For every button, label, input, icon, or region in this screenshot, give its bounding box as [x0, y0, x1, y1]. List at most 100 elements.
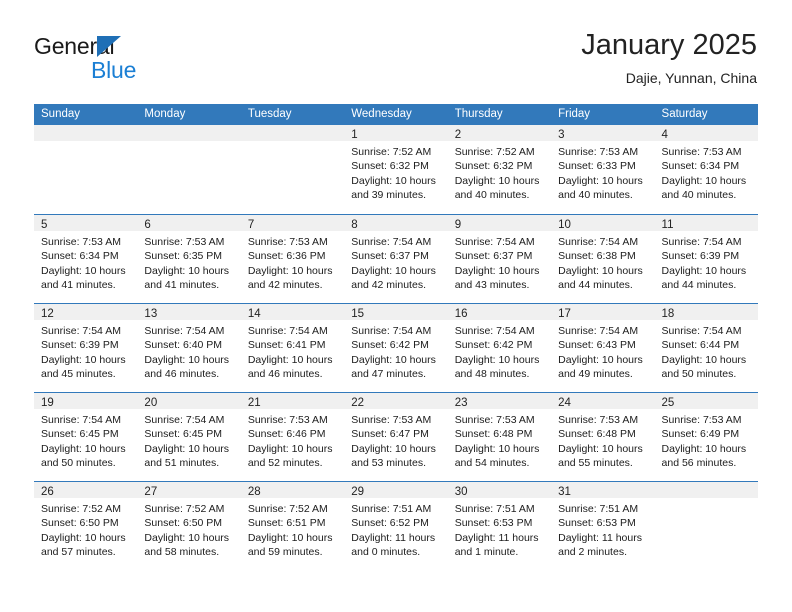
daylight-duration-line1: Daylight: 10 hours — [661, 264, 747, 277]
day-cell[interactable]: 17 Sunrise: 7:54 AM Sunset: 6:43 PM Dayligh… — [551, 304, 655, 392]
day-cell[interactable]: 31 Sunrise: 7:51 AM Sunset: 6:53 PM Dayligh… — [551, 482, 655, 570]
sunrise-time: Sunrise: 7:51 AM — [351, 503, 432, 515]
daylight-duration-line2: and 1 minute. — [454, 546, 519, 559]
day-cell[interactable]: 11 Sunrise: 7:54 AM Sunset: 6:39 PM Dayligh… — [654, 215, 758, 303]
day-cell[interactable]: 14 Sunrise: 7:54 AM Sunset: 6:41 PM Dayligh… — [240, 304, 345, 392]
day-number-band: 15 — [344, 304, 448, 320]
daylight-duration-line2: and 48 minutes. — [454, 368, 530, 381]
day-number-band — [137, 125, 241, 141]
day-details: Sunrise: 7:54 AM Sunset: 6:45 PM Daylight:… — [34, 409, 137, 471]
day-cell[interactable]: 3 Sunrise: 7:53 AM Sunset: 6:33 PM Daylight… — [551, 125, 655, 214]
daylight-duration-line2: and 44 minutes. — [661, 279, 737, 292]
day-cell[interactable]: 2 Sunrise: 7:52 AM Sunset: 6:32 PM Daylight… — [447, 125, 552, 214]
day-details: Sunrise: 7:54 AM Sunset: 6:44 PM Daylight:… — [655, 320, 758, 382]
daylight-duration-line1: Daylight: 10 hours — [144, 531, 230, 544]
day-cell[interactable]: 1 Sunrise: 7:52 AM Sunset: 6:32 PM Daylight… — [344, 125, 448, 214]
sunrise-time: Sunrise: 7:53 AM — [144, 236, 225, 248]
day-cell[interactable]: 13 Sunrise: 7:54 AM Sunset: 6:40 PM Dayligh… — [137, 304, 241, 392]
day-cell[interactable]: 10 Sunrise: 7:54 AM Sunset: 6:38 PM Dayligh… — [551, 215, 655, 303]
sunset-time: Sunset: 6:38 PM — [558, 250, 636, 263]
general-blue-logo[interactable]: General Blue — [34, 33, 274, 83]
day-details: Sunrise: 7:54 AM Sunset: 6:45 PM Daylight:… — [137, 409, 240, 471]
day-cell[interactable]: 19 Sunrise: 7:54 AM Sunset: 6:45 PM Dayligh… — [34, 393, 138, 481]
day-cell[interactable]: 22 Sunrise: 7:53 AM Sunset: 6:47 PM Dayligh… — [344, 393, 448, 481]
sunset-time: Sunset: 6:37 PM — [351, 250, 429, 263]
day-details: Sunrise: 7:54 AM Sunset: 6:43 PM Daylight:… — [551, 320, 654, 382]
day-number: 26 — [41, 486, 54, 498]
sunrise-time: Sunrise: 7:52 AM — [144, 503, 225, 515]
day-number-band: 22 — [344, 393, 448, 409]
daylight-duration-line2: and 47 minutes. — [351, 368, 426, 381]
daylight-duration-line2: and 46 minutes. — [144, 368, 220, 381]
sunrise-time: Sunrise: 7:54 AM — [144, 325, 225, 337]
daylight-duration-line1: Daylight: 10 hours — [454, 264, 540, 277]
daylight-duration-line2: and 59 minutes. — [247, 546, 323, 559]
daylight-duration-line1: Daylight: 10 hours — [558, 442, 643, 455]
day-cell[interactable]: 15 Sunrise: 7:54 AM Sunset: 6:42 PM Dayligh… — [344, 304, 448, 392]
day-cell[interactable]: 21 Sunrise: 7:53 AM Sunset: 6:46 PM Dayligh… — [240, 393, 345, 481]
day-number-band: 19 — [34, 393, 138, 409]
day-cell[interactable]: 30 Sunrise: 7:51 AM Sunset: 6:53 PM Dayligh… — [447, 482, 552, 570]
daylight-duration-line2: and 40 minutes. — [661, 189, 737, 202]
sunrise-time: Sunrise: 7:53 AM — [454, 414, 535, 426]
day-cell[interactable]: 27 Sunrise: 7:52 AM Sunset: 6:50 PM Dayligh… — [137, 482, 241, 570]
day-number-band: 4 — [654, 125, 758, 141]
day-number-band: 5 — [34, 215, 138, 231]
day-number: 30 — [454, 486, 468, 498]
day-number: 11 — [661, 219, 674, 231]
sunset-time: Sunset: 6:44 PM — [661, 339, 740, 352]
sunrise-time: Sunrise: 7:54 AM — [454, 236, 535, 248]
sunrise-time: Sunrise: 7:53 AM — [247, 414, 328, 426]
weekday-header-thursday: Thursday — [454, 108, 503, 120]
day-cell[interactable]: 26 Sunrise: 7:52 AM Sunset: 6:50 PM Dayligh… — [34, 482, 138, 570]
day-details: Sunrise: 7:53 AM Sunset: 6:34 PM Daylight:… — [34, 231, 137, 293]
day-details: Sunrise: 7:53 AM Sunset: 6:33 PM Daylight:… — [551, 141, 654, 203]
daylight-duration-line1: Daylight: 10 hours — [558, 353, 643, 366]
sunrise-time: Sunrise: 7:51 AM — [558, 503, 639, 515]
day-cell[interactable]: 18 Sunrise: 7:54 AM Sunset: 6:44 PM Dayligh… — [654, 304, 758, 392]
week-row: 12 Sunrise: 7:54 AM Sunset: 6:39 PM Dayligh… — [34, 303, 758, 392]
sunrise-time: Sunrise: 7:54 AM — [41, 325, 121, 337]
daylight-duration-line1: Daylight: 10 hours — [247, 442, 333, 455]
daylight-duration-line2: and 44 minutes. — [558, 279, 633, 292]
day-number-band: 18 — [654, 304, 758, 320]
day-cell[interactable]: 28 Sunrise: 7:52 AM Sunset: 6:51 PM Dayligh… — [240, 482, 345, 570]
day-cell[interactable]: 23 Sunrise: 7:53 AM Sunset: 6:48 PM Dayligh… — [447, 393, 552, 481]
day-number-band: 25 — [654, 393, 758, 409]
day-number-band: 11 — [654, 215, 758, 231]
daylight-duration-line2: and 56 minutes. — [661, 457, 737, 470]
day-cell[interactable]: 20 Sunrise: 7:54 AM Sunset: 6:45 PM Dayligh… — [137, 393, 241, 481]
sunrise-time: Sunrise: 7:53 AM — [558, 146, 639, 158]
sunset-time: Sunset: 6:53 PM — [558, 517, 636, 530]
daylight-duration-line1: Daylight: 10 hours — [247, 531, 333, 544]
day-cell[interactable]: 7 Sunrise: 7:53 AM Sunset: 6:36 PM Daylight… — [240, 215, 345, 303]
sunrise-time: Sunrise: 7:54 AM — [351, 325, 432, 337]
day-cell[interactable]: 4 Sunrise: 7:53 AM Sunset: 6:34 PM Daylight… — [654, 125, 758, 214]
daylight-duration-line1: Daylight: 10 hours — [454, 353, 540, 366]
day-cell[interactable]: 29 Sunrise: 7:51 AM Sunset: 6:52 PM Dayligh… — [344, 482, 448, 570]
day-cell[interactable]: 25 Sunrise: 7:53 AM Sunset: 6:49 PM Dayligh… — [654, 393, 758, 481]
day-cell[interactable]: 6 Sunrise: 7:53 AM Sunset: 6:35 PM Daylight… — [137, 215, 241, 303]
day-number-band: 17 — [551, 304, 655, 320]
daylight-duration-line2: and 51 minutes. — [144, 457, 220, 470]
sunrise-time: Sunrise: 7:54 AM — [661, 236, 742, 248]
day-cell[interactable]: 5 Sunrise: 7:53 AM Sunset: 6:34 PM Daylight… — [34, 215, 138, 303]
sunset-time: Sunset: 6:36 PM — [247, 250, 326, 263]
day-number-band: 24 — [551, 393, 655, 409]
day-number-band: 9 — [447, 215, 552, 231]
daylight-duration-line1: Daylight: 10 hours — [144, 353, 230, 366]
sunset-time: Sunset: 6:51 PM — [247, 517, 326, 530]
day-cell[interactable]: 12 Sunrise: 7:54 AM Sunset: 6:39 PM Dayligh… — [34, 304, 138, 392]
daylight-duration-line2: and 40 minutes. — [558, 189, 633, 202]
day-cell[interactable]: 8 Sunrise: 7:54 AM Sunset: 6:37 PM Daylight… — [344, 215, 448, 303]
day-details: Sunrise: 7:54 AM Sunset: 6:38 PM Daylight:… — [551, 231, 654, 293]
day-cell[interactable]: 24 Sunrise: 7:53 AM Sunset: 6:48 PM Dayligh… — [551, 393, 655, 481]
day-number: 16 — [454, 308, 468, 320]
daylight-duration-line1: Daylight: 10 hours — [351, 264, 436, 277]
page-header: General Blue January 2025 Dajie, Yunnan,… — [0, 0, 792, 104]
day-cell[interactable]: 9 Sunrise: 7:54 AM Sunset: 6:37 PM Daylight… — [447, 215, 552, 303]
calendar-page: General Blue January 2025 Dajie, Yunnan,… — [0, 0, 792, 612]
day-details: Sunrise: 7:52 AM Sunset: 6:50 PM Daylight:… — [137, 498, 240, 560]
day-cell[interactable]: 16 Sunrise: 7:54 AM Sunset: 6:42 PM Dayligh… — [447, 304, 552, 392]
logo-triangle-icon — [97, 36, 121, 57]
